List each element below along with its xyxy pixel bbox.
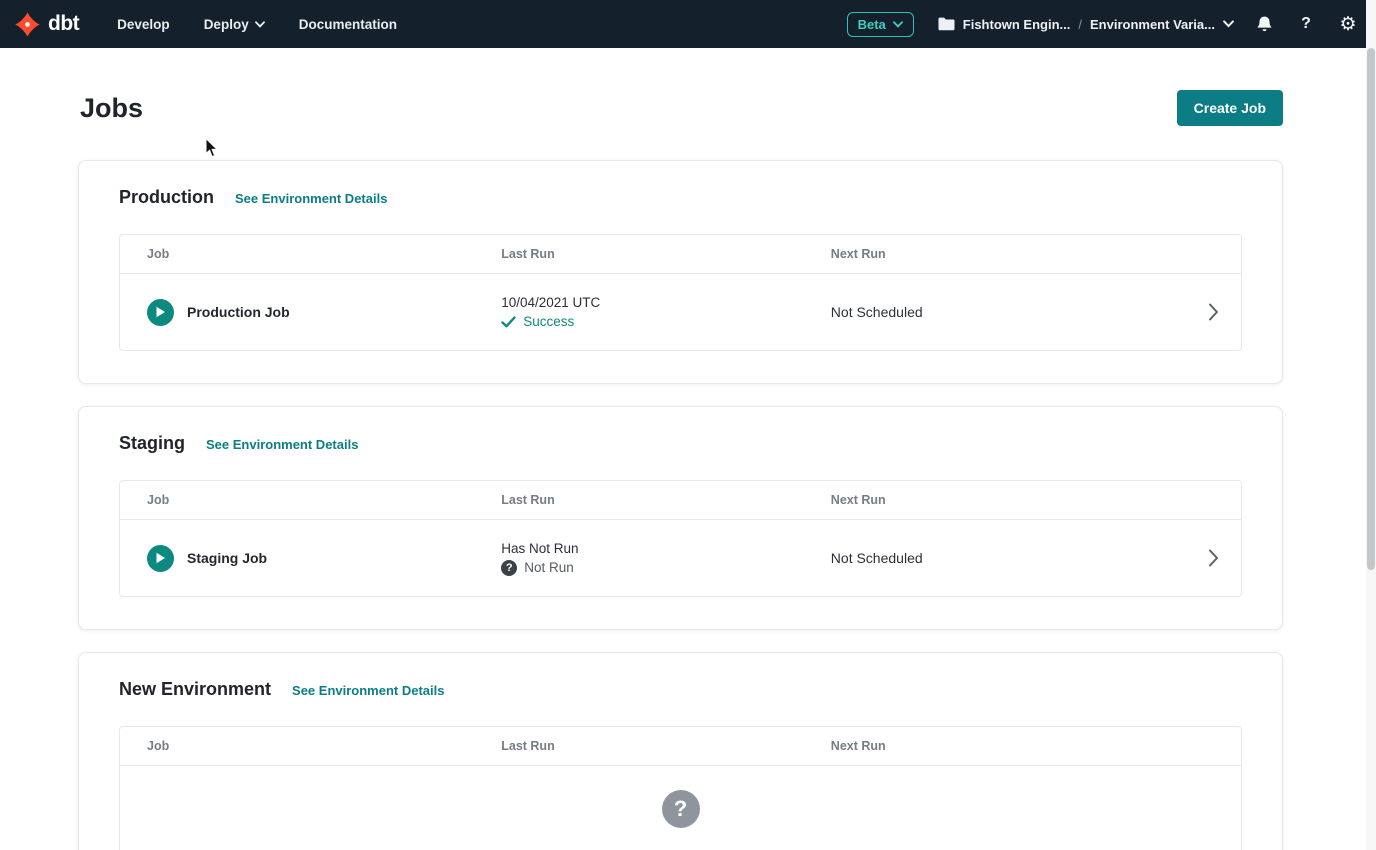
run-job-button[interactable] xyxy=(147,545,174,572)
not-run-question-icon: ? xyxy=(501,560,517,576)
column-header-last-run: Last Run xyxy=(474,247,804,261)
chevron-right-icon[interactable] xyxy=(1185,303,1241,321)
see-environment-details-link[interactable]: See Environment Details xyxy=(235,191,387,206)
empty-jobs-area: ? xyxy=(120,766,1241,850)
bell-icon xyxy=(1256,15,1273,33)
top-navbar: dbt Develop Deploy Documentation Beta xyxy=(0,0,1376,48)
beta-badge[interactable]: Beta xyxy=(847,12,914,37)
job-row-production-job[interactable]: Production Job 10/04/2021 UTC Success No… xyxy=(120,274,1241,350)
nav-item-develop-label: Develop xyxy=(117,17,170,32)
column-header-last-run: Last Run xyxy=(474,493,804,507)
environment-card-staging: Staging See Environment Details Job Last… xyxy=(78,406,1283,630)
table-header-row: Job Last Run Next Run xyxy=(120,481,1241,520)
next-run-value: Not Scheduled xyxy=(804,304,1185,320)
environment-name: Staging xyxy=(119,433,185,454)
environment-card-production: Production See Environment Details Job L… xyxy=(78,160,1283,384)
brand-text: dbt xyxy=(48,12,79,36)
see-environment-details-link[interactable]: See Environment Details xyxy=(292,683,444,698)
question-mark-icon: ? xyxy=(1301,15,1311,33)
nav-item-deploy[interactable]: Deploy xyxy=(204,17,265,32)
nav-item-deploy-label: Deploy xyxy=(204,17,249,32)
breadcrumb: Fishtown Engin... / Environment Varia... xyxy=(938,17,1234,32)
column-header-next-run: Next Run xyxy=(804,247,1185,261)
create-job-button[interactable]: Create Job xyxy=(1177,90,1283,126)
scrollbar-track[interactable] xyxy=(1366,0,1376,850)
chevron-down-icon xyxy=(255,21,265,28)
jobs-table: Job Last Run Next Run Staging Job Has No… xyxy=(119,480,1242,597)
dbt-logo[interactable]: dbt xyxy=(14,11,79,38)
main-nav: Develop Deploy Documentation xyxy=(117,17,397,32)
environment-name: New Environment xyxy=(119,679,271,700)
play-icon xyxy=(155,552,166,564)
table-header-row: Job Last Run Next Run xyxy=(120,727,1241,766)
notifications-button[interactable] xyxy=(1252,12,1276,36)
job-row-staging-job[interactable]: Staging Job Has Not Run ? Not Run Not Sc… xyxy=(120,520,1241,596)
nav-item-documentation-label: Documentation xyxy=(299,17,397,32)
run-job-button[interactable] xyxy=(147,299,174,326)
play-icon xyxy=(155,306,166,318)
jobs-table: Job Last Run Next Run ? xyxy=(119,726,1242,850)
column-header-next-run: Next Run xyxy=(804,493,1185,507)
help-button[interactable]: ? xyxy=(1294,12,1318,36)
success-check-icon xyxy=(501,316,516,328)
table-header-row: Job Last Run Next Run xyxy=(120,235,1241,274)
scrollbar-thumb[interactable] xyxy=(1367,48,1375,570)
gear-icon: ⚙ xyxy=(1339,15,1356,34)
column-header-last-run: Last Run xyxy=(474,739,804,753)
dbt-logo-icon xyxy=(14,11,41,38)
column-header-job: Job xyxy=(120,247,474,261)
jobs-page: Jobs Create Job Production See Environme… xyxy=(0,48,1298,850)
see-environment-details-link[interactable]: See Environment Details xyxy=(206,437,358,452)
last-run-date: 10/04/2021 UTC xyxy=(501,295,804,310)
empty-state-question-icon: ? xyxy=(662,790,700,828)
breadcrumb-separator: / xyxy=(1078,17,1082,32)
page-title: Jobs xyxy=(78,93,143,124)
chevron-down-icon[interactable] xyxy=(1223,20,1234,28)
chevron-down-icon xyxy=(893,21,903,28)
settings-button[interactable]: ⚙ xyxy=(1336,12,1360,36)
last-run-status: Success xyxy=(523,314,574,329)
chevron-right-icon[interactable] xyxy=(1185,549,1241,567)
job-name: Staging Job xyxy=(187,550,267,566)
next-run-value: Not Scheduled xyxy=(804,550,1185,566)
folder-icon xyxy=(938,17,955,31)
nav-item-documentation[interactable]: Documentation xyxy=(299,17,397,32)
last-run-status: Not Run xyxy=(524,560,574,575)
jobs-table: Job Last Run Next Run Production Job 10/… xyxy=(119,234,1242,351)
environment-name: Production xyxy=(119,187,214,208)
job-name: Production Job xyxy=(187,304,290,320)
breadcrumb-account[interactable]: Fishtown Engin... xyxy=(963,17,1071,32)
environment-card-new-environment: New Environment See Environment Details … xyxy=(78,652,1283,850)
column-header-job: Job xyxy=(120,493,474,507)
column-header-next-run: Next Run xyxy=(804,739,1185,753)
column-header-job: Job xyxy=(120,739,474,753)
nav-item-develop[interactable]: Develop xyxy=(117,17,170,32)
breadcrumb-project[interactable]: Environment Varia... xyxy=(1090,17,1215,32)
last-run-date: Has Not Run xyxy=(501,541,804,556)
beta-badge-label: Beta xyxy=(858,17,886,32)
